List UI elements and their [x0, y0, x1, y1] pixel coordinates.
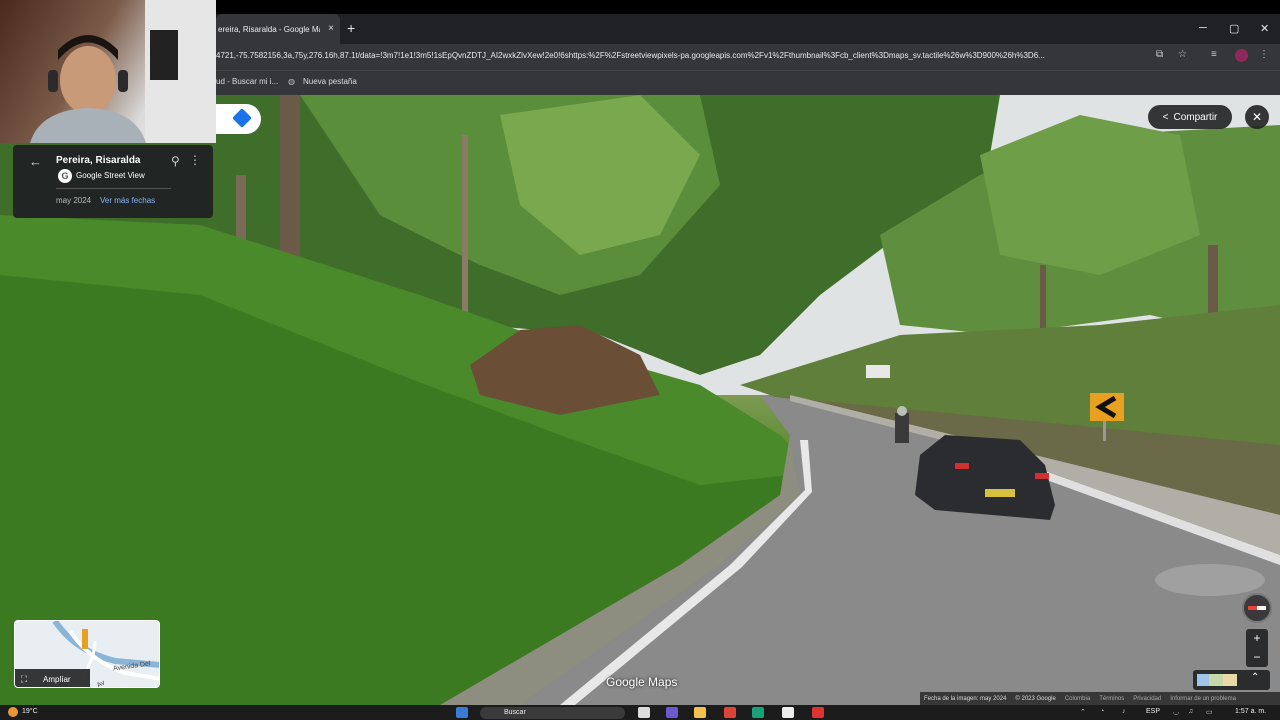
taskbar-search[interactable]: Buscar	[480, 707, 625, 719]
browser-tab-active[interactable]: ereira, Risaralda - Google Maps ×	[216, 14, 340, 44]
sound-icon[interactable]: ♪	[1122, 708, 1126, 715]
bookmark-item[interactable]: Nueva pestaña	[303, 77, 357, 86]
browser-menu-icon[interactable]: ⋮	[1259, 49, 1271, 61]
directions-icon	[232, 108, 252, 128]
layer-thumbnails[interactable]	[1197, 674, 1237, 686]
install-app-icon[interactable]: ⧉	[1156, 49, 1168, 61]
report-link[interactable]: Informar de un problema	[1170, 696, 1236, 702]
chevron-up-icon[interactable]: ⌃	[1251, 672, 1259, 683]
share-icon: <	[1162, 111, 1169, 123]
close-street-view-button[interactable]: ✕	[1245, 105, 1269, 129]
share-label: Compartir	[1173, 111, 1218, 123]
bookmark-item[interactable]: ud - Buscar mi i...	[216, 77, 278, 86]
divider	[56, 188, 171, 189]
webcam-overlay	[0, 0, 216, 143]
tab-title: ereira, Risaralda - Google Maps	[218, 24, 320, 34]
file-explorer-icon[interactable]	[694, 707, 706, 718]
minimap-expand-button[interactable]: ⛶ Amplíar	[15, 669, 90, 687]
chevron-up-icon[interactable]: ⌃	[1080, 708, 1086, 716]
screen: ereira, Risaralda - Google Maps × + ─ ▢ …	[0, 0, 1280, 720]
more-options-icon[interactable]: ⋮	[189, 153, 201, 167]
place-title: Pereira, Risaralda	[56, 155, 141, 166]
back-arrow-icon[interactable]: ←	[29, 154, 42, 169]
new-tab-button[interactable]: +	[347, 20, 355, 36]
window-minimize-button[interactable]: ─	[1199, 22, 1207, 34]
chrome-icon[interactable]	[724, 707, 736, 718]
edge-icon[interactable]	[752, 707, 764, 718]
more-dates-link[interactable]: Ver más fechas	[100, 196, 155, 205]
zoom-out-button[interactable]: −	[1246, 648, 1268, 667]
zoom-in-button[interactable]: +	[1246, 629, 1268, 648]
capture-date: may 2024	[56, 196, 92, 205]
url-field[interactable]: 4721,-75.7582156,3a,75y,276.16h,87.1t/da…	[216, 51, 1151, 60]
wifi-icon[interactable]: ◡	[1173, 708, 1179, 716]
app-icon[interactable]	[812, 707, 824, 718]
task-view-icon[interactable]	[638, 707, 650, 718]
copilot-icon[interactable]	[666, 707, 678, 718]
expand-label: Amplíar	[43, 674, 71, 684]
location-pin-icon[interactable]: ⚲	[171, 154, 180, 168]
google-logo-icon: G	[58, 169, 72, 183]
language-indicator[interactable]: ESP	[1146, 708, 1160, 715]
network-icon[interactable]: ◔	[1100, 708, 1104, 715]
webcam-person-image	[30, 0, 216, 143]
street-view-info-card: ← Pereira, Risaralda ⚲ ⋮ G Google Street…	[13, 145, 213, 218]
country-link[interactable]: Colombia	[1065, 696, 1090, 702]
clock[interactable]: 1:57 a. m.	[1235, 708, 1266, 715]
copyright: © 2023 Google	[1015, 695, 1056, 702]
compass-icon[interactable]	[1242, 593, 1272, 623]
store-icon[interactable]	[782, 707, 794, 718]
minimap[interactable]: Avenida Del Av ⛶ Amplíar	[14, 620, 160, 688]
map-footer: Fecha de la imagen: may 2024 © 2023 Goog…	[920, 692, 1280, 705]
profile-avatar-icon[interactable]	[1235, 49, 1248, 62]
weather-temperature[interactable]: 19°C	[22, 708, 38, 715]
battery-icon[interactable]: ▭	[1206, 708, 1213, 716]
privacy-link[interactable]: Privacidad	[1133, 696, 1161, 702]
terms-link[interactable]: Términos	[1099, 696, 1124, 702]
layers-control[interactable]: ⌃	[1193, 670, 1270, 690]
window-close-button[interactable]: ✕	[1260, 22, 1269, 35]
directions-button[interactable]	[216, 104, 261, 134]
taskbar: 19°C ⌕ Buscar ⌃ ◔ ♪ ESP ◡ ♫ ▭ 1:57 a. m.	[0, 705, 1280, 720]
bookmark-star-icon[interactable]: ☆	[1178, 49, 1190, 61]
volume-icon[interactable]: ♫	[1188, 708, 1193, 715]
provider-label: Google Street View	[76, 171, 145, 180]
google-maps-logo: Google Maps	[606, 675, 678, 689]
tab-close-icon[interactable]: ×	[328, 23, 334, 34]
globe-icon: ◍	[288, 77, 295, 86]
image-date: Fecha de la imagen: may 2024	[924, 695, 1007, 702]
window-maximize-button[interactable]: ▢	[1229, 22, 1239, 35]
share-button[interactable]: < Compartir	[1148, 105, 1232, 129]
zoom-controls: + −	[1246, 629, 1268, 667]
expand-icon: ⛶	[20, 673, 28, 684]
start-icon[interactable]	[456, 707, 468, 718]
weather-icon[interactable]	[8, 707, 18, 717]
media-control-icon[interactable]: ≡	[1211, 49, 1223, 61]
